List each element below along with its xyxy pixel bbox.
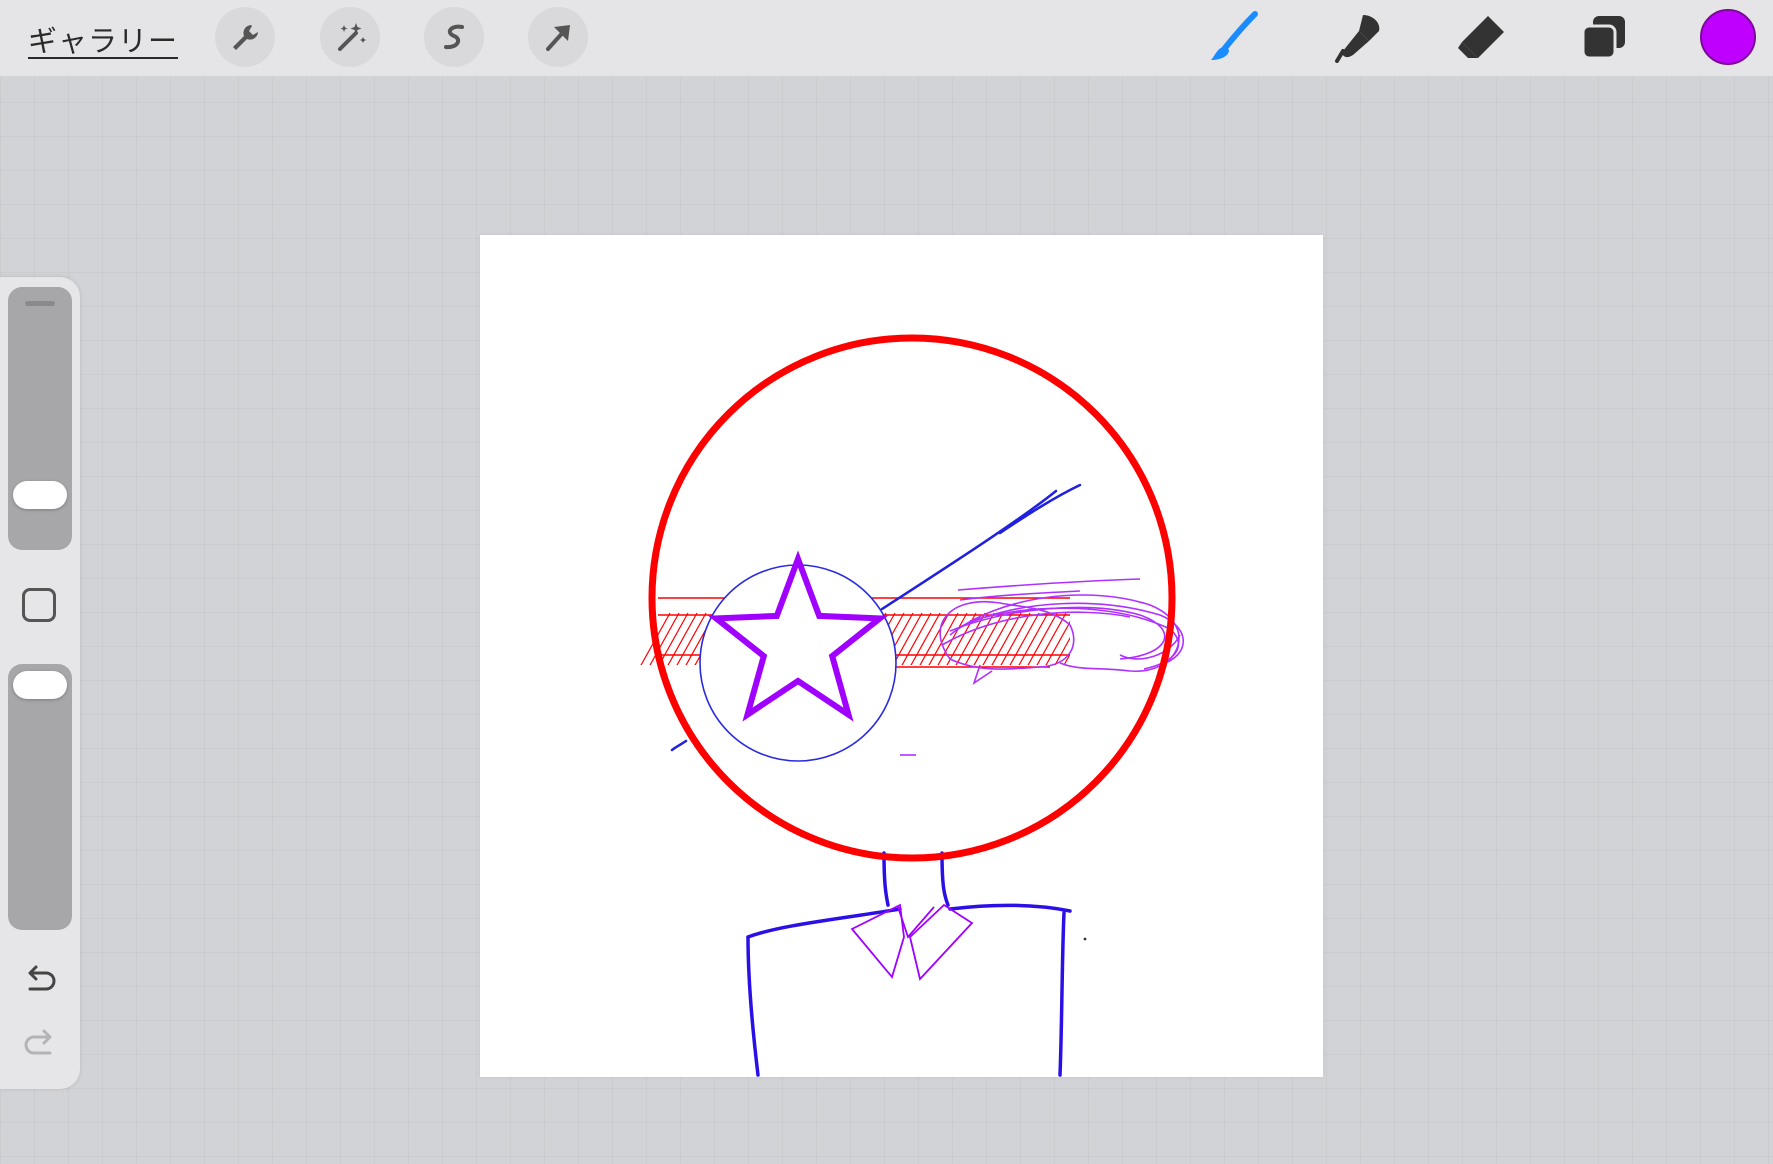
- hatch-stroke: [1009, 612, 1040, 665]
- top-toolbar: ギャラリー: [0, 0, 1773, 76]
- hatch-stroke: [1081, 613, 1111, 667]
- brush-size-slider[interactable]: [8, 287, 72, 550]
- gallery-button[interactable]: ギャラリー: [28, 18, 178, 60]
- hatch-stroke: [667, 612, 698, 665]
- actions-button[interactable]: [215, 7, 275, 67]
- transform-button[interactable]: [528, 7, 588, 67]
- eraser-icon: [1458, 16, 1504, 58]
- brush-icon: [1211, 11, 1258, 60]
- undo-arrow-icon: [28, 965, 56, 991]
- selection-s-icon: [444, 24, 464, 50]
- hatch-stroke: [1090, 613, 1120, 667]
- sidebar: [0, 277, 80, 1089]
- adjustments-button[interactable]: [320, 7, 380, 67]
- hatch-stroke: [1063, 653, 1070, 665]
- smudge-tool-button[interactable]: [1330, 8, 1388, 66]
- modify-button[interactable]: [22, 588, 56, 622]
- redo-button[interactable]: [22, 1027, 58, 1063]
- body-sketch: [746, 851, 1072, 1077]
- eraser-tool-button[interactable]: [1452, 8, 1510, 66]
- hatch-stroke: [982, 612, 1013, 665]
- layers-icon: [1581, 16, 1625, 60]
- collar-sketch: [850, 903, 974, 981]
- opacity-slider[interactable]: [8, 664, 72, 930]
- undo-button[interactable]: [22, 963, 58, 999]
- magic-wand-icon: [338, 23, 366, 51]
- hatch-stroke: [1072, 613, 1102, 667]
- color-picker-button[interactable]: [1700, 9, 1756, 65]
- layers-button[interactable]: [1575, 8, 1633, 66]
- hatch-stroke: [1045, 620, 1070, 665]
- hatch-stroke: [1018, 612, 1049, 665]
- hatch-stroke: [991, 612, 1022, 665]
- redo-arrow-icon: [24, 1029, 52, 1055]
- slider-grip: [25, 301, 55, 306]
- hatch-stroke: [910, 612, 941, 665]
- hatch-stroke: [901, 612, 932, 665]
- hatch-stroke: [1036, 612, 1067, 665]
- artwork: [640, 334, 1185, 1077]
- transform-arrow-icon: [546, 25, 570, 51]
- smudge-icon: [1335, 15, 1380, 63]
- opacity-handle[interactable]: [13, 671, 67, 699]
- selection-button[interactable]: [424, 7, 484, 67]
- drawing-canvas[interactable]: [480, 235, 1323, 1077]
- brush-size-handle[interactable]: [13, 481, 67, 509]
- stray-dot: [1083, 937, 1087, 941]
- hatch-stroke: [1027, 612, 1058, 665]
- hatch-stroke: [919, 612, 950, 665]
- hatch-stroke: [1054, 636, 1070, 665]
- wrench-icon: [233, 25, 258, 50]
- brush-tool-button[interactable]: [1205, 8, 1263, 66]
- blue-circle: [699, 564, 897, 762]
